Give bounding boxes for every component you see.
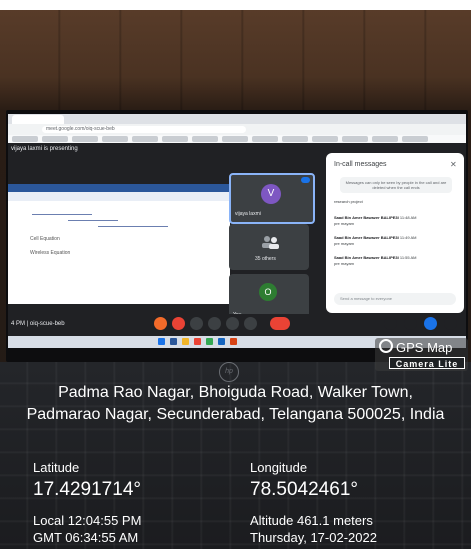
more-options-button[interactable] (244, 317, 257, 330)
doc-line-cell-equation: Cell Equation (30, 236, 60, 242)
taskbar-app-icon[interactable] (194, 338, 201, 345)
latitude-label: Latitude (33, 460, 80, 475)
message-time: 11:48 AM (399, 215, 417, 220)
chat-message: research project (334, 199, 458, 205)
mic-button[interactable] (154, 317, 167, 330)
presenter-banner: vijaya laxmi is presenting (8, 143, 236, 155)
chat-message: Saad Bin Amer Bawazer BALIPE3I 11:55 AM … (334, 255, 458, 267)
raise-hand-button[interactable] (208, 317, 221, 330)
bookmark (312, 136, 338, 142)
bookmark (252, 136, 278, 142)
bookmark (222, 136, 248, 142)
address-bar: meet.google.com/oiq-scue-beb (42, 126, 246, 133)
taskbar-app-icon[interactable] (182, 338, 189, 345)
message-text: pre mayam (334, 241, 355, 246)
info-icon[interactable] (384, 317, 397, 330)
gps-badge-title-text: GPS Map (396, 340, 453, 355)
doc-scribble (68, 220, 118, 221)
meeting-code: 4 PM | oiq-scue-beb (11, 321, 65, 327)
message-sender: Saad Bin Amer Bawazer BALIPE3I (334, 255, 399, 260)
close-icon[interactable]: ✕ (450, 160, 457, 169)
present-button[interactable] (226, 317, 239, 330)
chat-title: In-call messages (334, 161, 387, 168)
browser-tab (12, 115, 64, 124)
message-text: research project (334, 199, 363, 204)
people-icon[interactable] (404, 317, 417, 330)
location-pin-icon (379, 339, 393, 353)
bookmark (12, 136, 38, 142)
gps-badge-subtitle: Camera Lite (389, 357, 465, 369)
camera-button[interactable] (172, 317, 185, 330)
doc-scribble (98, 226, 168, 227)
bookmark (132, 136, 158, 142)
browser-tab-strip (8, 114, 466, 124)
message-text: pre mayam (334, 261, 355, 266)
local-time: Local 12:04:55 PM (33, 513, 142, 528)
chat-message: Saad Bin Amer Bawazer BALIPE3I 11:48 AM … (334, 215, 458, 227)
message-text: pre mayam (334, 221, 355, 226)
doc-titlebar (8, 184, 230, 192)
message-time: 11:55 AM (399, 255, 417, 260)
date: Thursday, 17-02-2022 (250, 530, 377, 545)
chat-info-note: Messages can only be seen by people in t… (340, 177, 452, 193)
taskbar-app-icon[interactable] (230, 338, 237, 345)
bookmarks-bar (8, 135, 466, 143)
participant-tile-others[interactable]: 35 others (229, 224, 309, 270)
bookmark (162, 136, 188, 142)
bookmark (192, 136, 218, 142)
gps-map-camera-badge: GPS Map Camera Lite (375, 338, 468, 371)
meeting-controls-bar: 4 PM | oiq-scue-beb (8, 314, 466, 336)
location-address: Padma Rao Nagar, Bhoiguda Road, Walker T… (26, 384, 445, 423)
bookmark (102, 136, 128, 142)
monitor-screen: meet.google.com/oiq-scue-beb vijaya laxm… (8, 114, 466, 336)
participant-tile-self[interactable]: V vijaya laxmi (229, 173, 315, 224)
bookmark (42, 136, 68, 142)
longitude-value: 78.5042461° (250, 479, 358, 500)
hp-logo-icon: hp (219, 362, 239, 382)
top-border (0, 0, 471, 10)
browser-toolbar: meet.google.com/oiq-scue-beb (8, 124, 466, 135)
shared-document: Cell Equation Wireless Equation (8, 184, 230, 304)
taskbar-app-icon[interactable] (206, 338, 213, 345)
chat-input[interactable]: Send a message to everyone (334, 293, 456, 305)
start-icon[interactable] (158, 338, 165, 345)
gmt-time: GMT 06:34:55 AM (33, 530, 139, 545)
message-time: 11:49 AM (399, 235, 417, 240)
speaking-indicator-icon (301, 177, 310, 183)
bookmark (72, 136, 98, 142)
captions-button[interactable] (190, 317, 203, 330)
chat-message: Saad Bin Amer Bawazer BALIPE3I 11:49 AM … (334, 235, 458, 247)
chat-panel: In-call messages ✕ Messages can only be … (326, 153, 464, 313)
bookmark (342, 136, 368, 142)
taskbar-app-icon[interactable] (218, 338, 225, 345)
doc-scribble (32, 214, 92, 215)
participant-name: vijaya laxmi (235, 211, 261, 217)
doc-ribbon (8, 192, 230, 201)
bookmark (372, 136, 398, 142)
longitude-label: Longitude (250, 460, 308, 475)
others-count: 35 others (255, 256, 276, 262)
doc-line-wireless-equation: Wireless Equation (30, 250, 71, 256)
bookmark (402, 136, 428, 142)
end-call-button[interactable] (270, 317, 290, 330)
activities-icon[interactable] (444, 317, 457, 330)
people-icon (262, 236, 279, 249)
gps-badge-title: GPS Map (379, 339, 467, 356)
message-sender: Saad Bin Amer Bawazer BALIPE3I (334, 215, 399, 220)
avatar: V (261, 184, 281, 204)
altitude: Altitude 461.1 meters (250, 513, 373, 528)
taskbar-app-icon[interactable] (170, 338, 177, 345)
message-sender: Saad Bin Amer Bawazer BALIPE3I (334, 235, 399, 240)
bookmark (282, 136, 308, 142)
latitude-value: 17.4291714° (33, 479, 141, 500)
avatar: O (259, 283, 277, 301)
chat-icon[interactable] (424, 317, 437, 330)
